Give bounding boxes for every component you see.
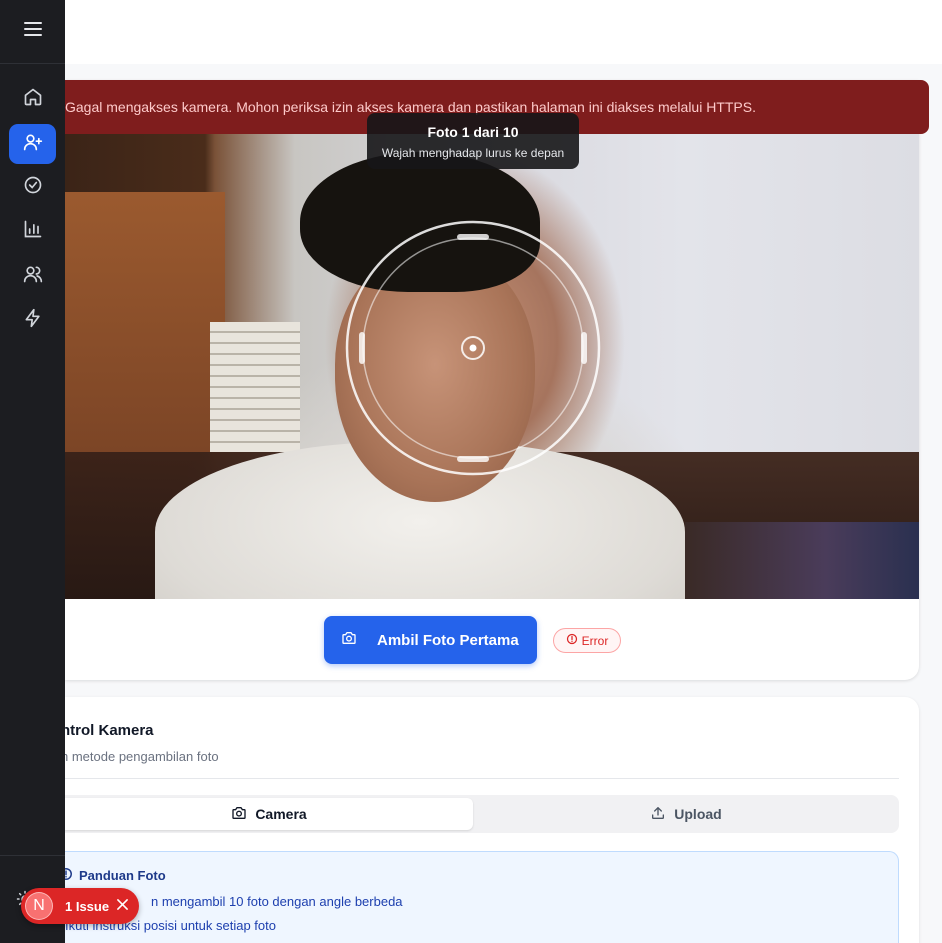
camera-feed-background (65, 192, 225, 452)
photo-guide-title: Panduan Foto (65, 867, 166, 884)
status-badge-label: Error (581, 633, 609, 648)
camera-feed-background (685, 522, 919, 599)
photo-guide-item: n mengambil 10 foto dengan angle berbeda (151, 894, 403, 909)
capture-photo-button[interactable]: Ambil Foto Pertama (324, 616, 537, 664)
issue-indicator[interactable]: N 1 Issue (21, 888, 139, 924)
issue-avatar: N (25, 892, 53, 920)
photo-guide-panel: Panduan Foto n mengambil 10 foto dengan … (65, 851, 899, 943)
upload-icon (650, 805, 666, 824)
users-icon (23, 264, 43, 289)
capture-photo-label: Ambil Foto Pertama (377, 631, 519, 649)
alert-circle-icon (65, 867, 73, 884)
camera-icon (231, 805, 247, 824)
sidebar-divider (0, 855, 65, 856)
photo-step-instruction: Wajah menghadap lurus ke depan (381, 146, 565, 160)
sidebar-item-attendance[interactable] (9, 167, 56, 207)
tab-camera[interactable]: Camera (65, 798, 473, 830)
user-plus-icon (23, 132, 43, 157)
photo-guide-title-text: Panduan Foto (79, 868, 166, 883)
home-icon (23, 87, 43, 112)
sidebar-item-add-user[interactable] (9, 124, 56, 164)
camera-control-card: ntrol Kamera h metode pengambilan foto C… (65, 697, 919, 943)
sidebar-header (0, 0, 65, 64)
alert-circle-icon (566, 633, 578, 648)
camera-control-title: ntrol Kamera (65, 722, 154, 739)
face-alignment-guide (345, 220, 601, 476)
close-icon[interactable] (117, 897, 129, 915)
photo-step-tooltip: Foto 1 dari 10 Wajah menghadap lurus ke … (367, 113, 579, 169)
divider (65, 778, 899, 779)
sidebar-item-quick-actions[interactable] (9, 300, 56, 340)
issue-count-label: 1 Issue (65, 898, 110, 914)
sidebar (0, 0, 65, 943)
sidebar-item-users[interactable] (9, 256, 56, 296)
tab-camera-label: Camera (255, 806, 307, 822)
zap-icon (23, 308, 43, 333)
capture-method-tabs: Camera Upload (65, 795, 899, 833)
bar-chart-icon (23, 219, 43, 244)
camera-icon (341, 630, 357, 651)
tab-upload[interactable]: Upload (477, 798, 895, 830)
hamburger-menu-icon[interactable] (23, 22, 42, 41)
sidebar-item-reports[interactable] (9, 211, 56, 251)
sidebar-item-home[interactable] (9, 79, 56, 119)
photo-step-title: Foto 1 dari 10 (427, 124, 519, 140)
camera-control-subtitle: h metode pengambilan foto (65, 749, 219, 764)
tab-upload-label: Upload (674, 806, 722, 822)
status-badge: Error (553, 628, 621, 653)
camera-feed-background (210, 322, 300, 452)
check-circle-icon (23, 175, 43, 200)
